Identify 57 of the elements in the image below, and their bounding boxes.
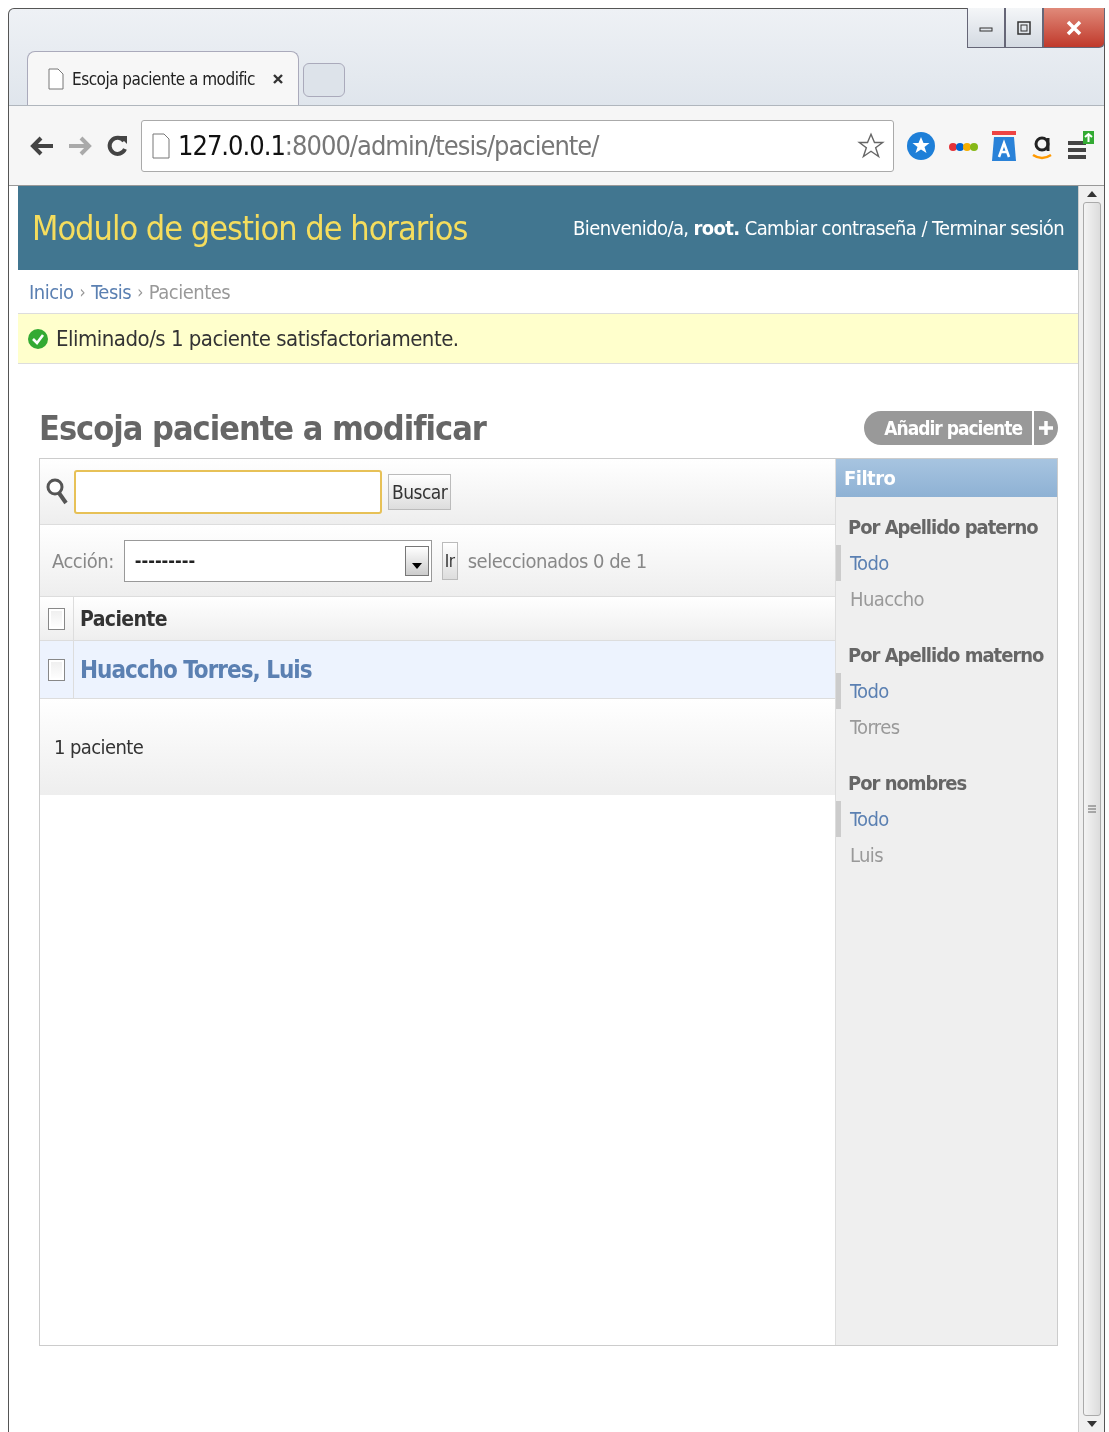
close-icon: [1065, 18, 1083, 37]
filter-heading: Por nombres: [848, 771, 967, 795]
search-field[interactable]: [74, 469, 382, 514]
filter-option[interactable]: Torres: [836, 709, 900, 745]
action-select[interactable]: ---------: [123, 539, 432, 582]
scroll-down-icon[interactable]: [1086, 1420, 1097, 1428]
maximize-button[interactable]: [1005, 8, 1043, 48]
message-text: Eliminado/s 1 paciente satisfactoriamente.: [56, 326, 459, 351]
back-icon[interactable]: [29, 134, 55, 157]
caret-icon: [411, 562, 422, 569]
search-button[interactable]: Buscar: [388, 473, 452, 510]
breadcrumb-separator: ›: [137, 281, 143, 302]
result-count: 1 paciente: [54, 734, 144, 759]
browser-tab[interactable]: Escoja paciente a modific: [27, 51, 299, 105]
page-icon: [152, 132, 170, 159]
translate-icon[interactable]: [990, 128, 1018, 163]
select-all-checkbox[interactable]: [48, 607, 65, 630]
minimize-button[interactable]: [967, 8, 1005, 48]
page-icon: [48, 67, 64, 90]
star-icon[interactable]: [857, 131, 885, 160]
action-label: Acción:: [52, 548, 114, 573]
url-text: 127.0.0.1:8000/admin/tesis/paciente/: [178, 130, 601, 161]
breadcrumb-separator: ›: [79, 281, 86, 302]
filter-title: Filtro: [836, 459, 1057, 497]
filter-heading: Por Apellido materno: [848, 643, 1044, 667]
row-checkbox[interactable]: [48, 658, 65, 681]
filter-option[interactable]: Todo: [836, 545, 889, 581]
user-tools: Bienvenido/a, root. Cambiar contraseña / Terminar sesión: [573, 216, 1064, 240]
page-title: Escoja paciente a modificar: [39, 408, 486, 448]
filter-option[interactable]: Todo: [836, 673, 889, 709]
breadcrumb-link[interactable]: Tesis: [91, 279, 132, 304]
breadcrumb-current: Pacientes: [148, 279, 231, 304]
filter-option[interactable]: Huaccho: [836, 581, 924, 617]
close-button[interactable]: [1043, 8, 1105, 48]
scroll-thumb[interactable]: [1082, 202, 1101, 1416]
filter-option[interactable]: Todo: [836, 801, 889, 837]
maximize-icon: [1017, 20, 1031, 35]
header-link[interactable]: Cambiar contraseña: [744, 216, 917, 240]
selection-counter: seleccionados 0 de 1: [467, 548, 647, 573]
site-title: Modulo de gestion de horarios: [32, 208, 468, 248]
column-header[interactable]: Paciente: [74, 606, 167, 631]
address-bar[interactable]: 127.0.0.1:8000/admin/tesis/paciente/: [141, 119, 894, 172]
scrollbar[interactable]: [1078, 186, 1104, 1432]
check-icon: [28, 328, 48, 349]
breadcrumb-link[interactable]: Inicio: [29, 279, 74, 304]
tab-title: Escoja paciente a modific: [72, 68, 256, 89]
add-button[interactable]: Añadir paciente: [864, 411, 1058, 445]
plus-icon: [1038, 420, 1054, 436]
header-link[interactable]: Terminar sesión: [932, 216, 1064, 240]
star-badge-icon[interactable]: [906, 130, 936, 161]
patient-link[interactable]: Huaccho Torres, Luis: [74, 655, 312, 684]
close-icon[interactable]: [272, 72, 284, 85]
search-icon: [46, 476, 68, 507]
go-button[interactable]: Ir: [441, 541, 458, 580]
filter-heading: Por Apellido paterno: [848, 515, 1038, 539]
filter-option[interactable]: Luis: [836, 837, 884, 873]
scroll-up-icon[interactable]: [1086, 190, 1097, 198]
